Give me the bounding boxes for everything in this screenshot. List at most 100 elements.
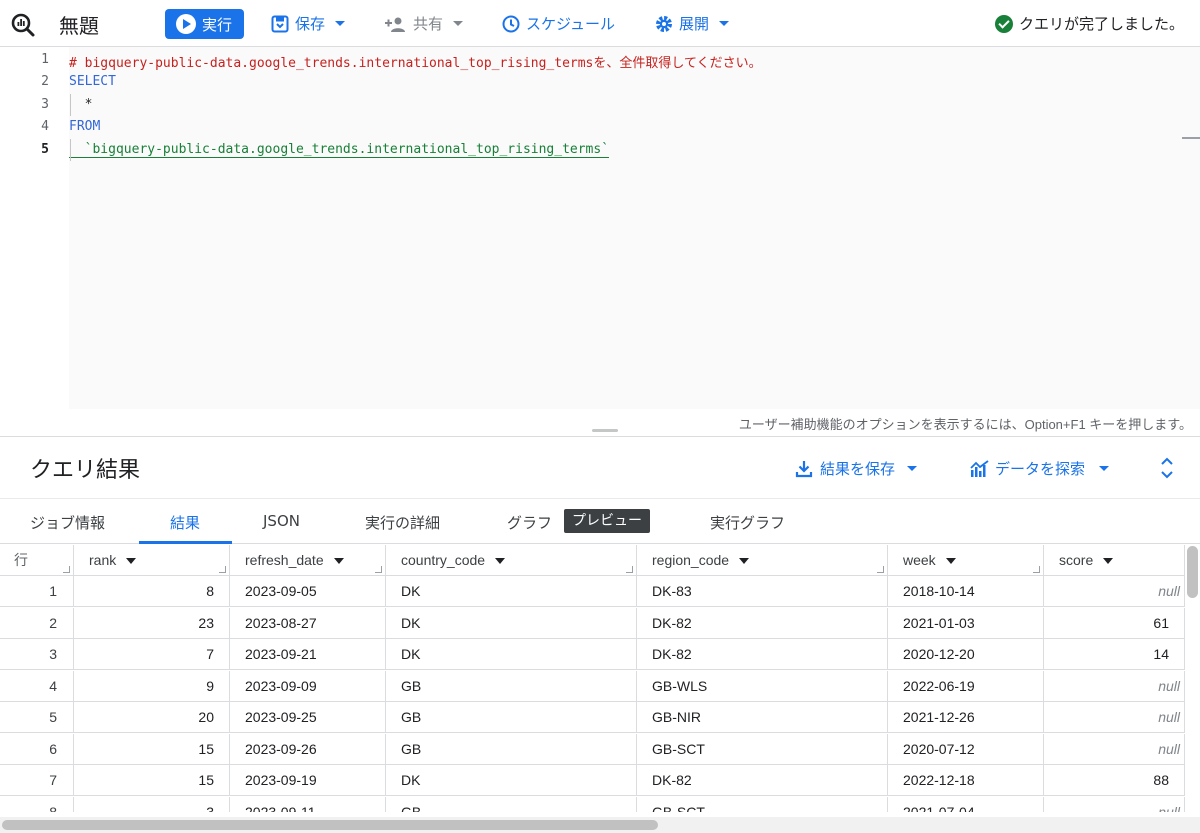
- table-cell-week: 2020-07-12: [888, 733, 1044, 765]
- column-resize-grip-icon[interactable]: [626, 566, 633, 573]
- column-header[interactable]: country_code: [386, 545, 637, 576]
- horizontal-scrollbar[interactable]: [2, 820, 658, 830]
- add-person-icon: [385, 17, 405, 32]
- table-cell-week: 2022-06-19: [888, 670, 1044, 702]
- table-cell-country-code: DK: [386, 639, 637, 670]
- save-button-label: 保存: [295, 15, 326, 33]
- save-icon: [271, 15, 289, 32]
- column-resize-grip-icon[interactable]: [877, 566, 884, 573]
- row-number: 8: [0, 796, 74, 812]
- results-table: 行 rank refresh_date country_code region_code…: [0, 545, 1185, 812]
- table-row[interactable]: 4 9 2023-09-09 GB GB-WLS 2022-06-19 null: [0, 670, 1185, 702]
- tab-json[interactable]: JSON: [263, 512, 300, 530]
- table-cell-country-code: DK: [386, 576, 637, 607]
- check-circle-icon: [994, 14, 1013, 33]
- chart-explore-icon: [970, 459, 989, 477]
- table-row[interactable]: 5 20 2023-09-25 GB GB-NIR 2021-12-26 null: [0, 702, 1185, 733]
- table-cell-week: 2020-12-20: [888, 639, 1044, 670]
- table-cell-region-code: GB-WLS: [637, 670, 888, 702]
- table-cell-country-code: GB: [386, 733, 637, 765]
- table-cell-refresh-date: 2023-08-27: [230, 607, 386, 639]
- download-icon: [795, 460, 813, 477]
- table-cell-score: null: [1044, 670, 1185, 702]
- tab-execution-graph[interactable]: 実行グラフ: [710, 512, 785, 533]
- tab-results[interactable]: 結果: [170, 512, 200, 533]
- table-cell-refresh-date: 2023-09-09: [230, 670, 386, 702]
- table-cell-score: null: [1044, 576, 1185, 607]
- table-cell-rank: 3: [74, 796, 230, 812]
- line-number-active: 5: [41, 142, 49, 157]
- table-cell-score: null: [1044, 702, 1185, 733]
- table-cell-refresh-date: 2023-09-11: [230, 796, 386, 812]
- explore-data-button[interactable]: データを探索: [970, 458, 1110, 479]
- column-resize-grip-icon[interactable]: [375, 566, 382, 573]
- run-button[interactable]: 実行: [165, 9, 244, 39]
- table-header: 行 rank refresh_date country_code region_code…: [0, 545, 1185, 576]
- table-row[interactable]: 3 7 2023-09-21 DK DK-82 2020-12-20 14: [0, 639, 1185, 670]
- code-line-select: SELECT: [69, 74, 116, 89]
- sort-caret-icon[interactable]: [945, 558, 956, 565]
- save-button[interactable]: 保存: [271, 13, 346, 34]
- schedule-button[interactable]: スケジュール: [502, 13, 615, 34]
- table-cell-score: 14: [1044, 639, 1185, 670]
- tab-job-info[interactable]: ジョブ情報: [30, 512, 105, 533]
- table-cell-week: 2018-10-14: [888, 576, 1044, 607]
- sort-caret-icon[interactable]: [333, 558, 344, 565]
- row-number: 5: [0, 702, 74, 733]
- deploy-button[interactable]: 展開: [655, 13, 730, 34]
- share-button[interactable]: 共有: [385, 13, 464, 34]
- column-header[interactable]: 行: [0, 545, 74, 576]
- code-line-comment: # bigquery-public-data.google_trends.int…: [69, 56, 762, 71]
- column-resize-grip-icon[interactable]: [219, 566, 226, 573]
- table-row[interactable]: 1 8 2023-09-05 DK DK-83 2018-10-14 null: [0, 576, 1185, 607]
- deploy-button-label: 展開: [679, 15, 710, 33]
- sort-caret-icon[interactable]: [1103, 558, 1114, 565]
- table-cell-rank: 15: [74, 765, 230, 796]
- table-row[interactable]: 8 3 2023-09-11 GB GB-SCT 2021-07-04 null: [0, 796, 1185, 812]
- explore-data-label: データを探索: [995, 460, 1086, 478]
- tab-chart[interactable]: グラフ: [507, 512, 552, 533]
- column-header[interactable]: refresh_date: [230, 545, 386, 576]
- column-header[interactable]: score: [1044, 545, 1185, 576]
- column-header-label: 行: [14, 552, 28, 568]
- column-resize-grip-icon[interactable]: [1033, 566, 1040, 573]
- status-text: クエリが完了しました。: [1018, 15, 1184, 33]
- sort-caret-icon[interactable]: [126, 558, 137, 565]
- row-number: 3: [0, 639, 74, 670]
- pane-divider: [0, 436, 1200, 437]
- sort-caret-icon[interactable]: [495, 558, 506, 565]
- query-title[interactable]: 無題: [59, 10, 99, 39]
- line-number: 2: [41, 74, 49, 89]
- table-cell-country-code: GB: [386, 702, 637, 733]
- column-header-label: score: [1059, 552, 1094, 568]
- table-cell-refresh-date: 2023-09-05: [230, 576, 386, 607]
- row-number: 2: [0, 607, 74, 639]
- tab-execution-details[interactable]: 実行の詳細: [365, 512, 440, 533]
- preview-badge: プレビュー: [564, 509, 650, 533]
- code-area[interactable]: # bigquery-public-data.google_trends.int…: [69, 47, 1200, 409]
- toolbar: 無題 実行 保存 共有 スケジュール 展開 クエリが完了しました。: [0, 0, 1200, 47]
- column-header[interactable]: week: [888, 545, 1044, 576]
- expand-collapse-icon[interactable]: [1157, 456, 1177, 480]
- table-row[interactable]: 7 15 2023-09-19 DK DK-82 2022-12-18 88: [0, 765, 1185, 796]
- column-header[interactable]: region_code: [637, 545, 888, 576]
- save-results-button[interactable]: 結果を保存: [795, 458, 918, 479]
- table-cell-country-code: GB: [386, 796, 637, 812]
- pane-resize-handle[interactable]: [592, 429, 618, 432]
- sort-caret-icon[interactable]: [739, 558, 750, 565]
- table-cell-refresh-date: 2023-09-19: [230, 765, 386, 796]
- table-cell-refresh-date: 2023-09-26: [230, 733, 386, 765]
- vertical-scrollbar[interactable]: [1187, 546, 1198, 598]
- run-button-label: 実行: [202, 15, 233, 34]
- table-row[interactable]: 2 23 2023-08-27 DK DK-82 2021-01-03 61: [0, 607, 1185, 639]
- table-row[interactable]: 6 15 2023-09-26 GB GB-SCT 2020-07-12 null: [0, 733, 1185, 765]
- table-cell-rank: 15: [74, 733, 230, 765]
- chevron-down-icon: [719, 21, 730, 26]
- column-resize-grip-icon[interactable]: [63, 566, 70, 573]
- sql-editor[interactable]: 1 2 3 4 5 # bigquery-public-data.google_…: [0, 47, 1200, 432]
- active-tab-indicator: [139, 541, 232, 544]
- column-header[interactable]: rank: [74, 545, 230, 576]
- table-cell-region-code: DK-82: [637, 607, 888, 639]
- table-cell-rank: 9: [74, 670, 230, 702]
- table-cell-score: null: [1044, 796, 1185, 812]
